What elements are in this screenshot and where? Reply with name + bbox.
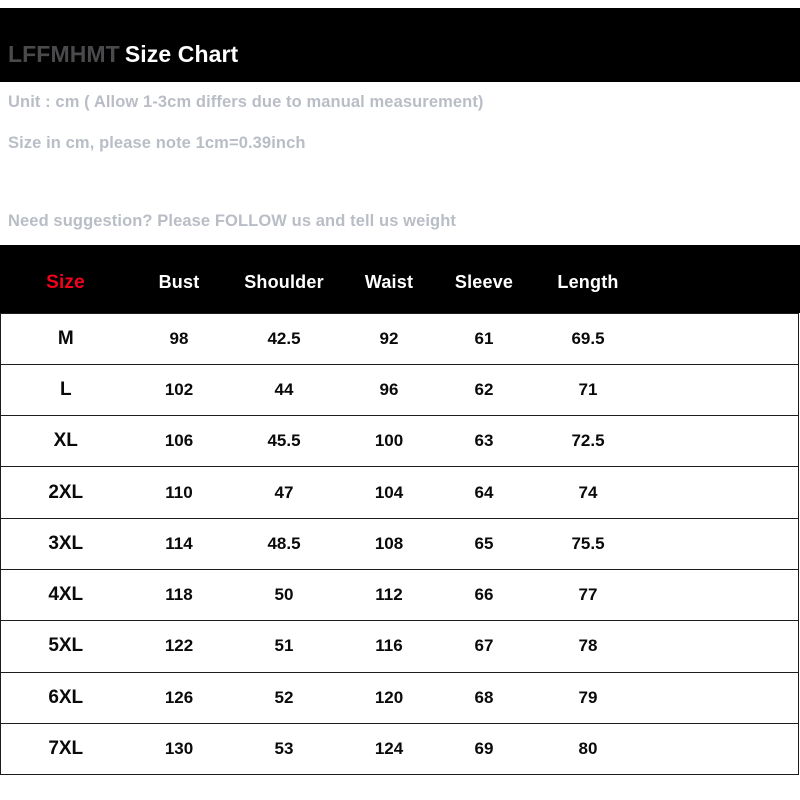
cell-spacer [645,620,799,673]
page-title: LFFMHMT Size Chart [8,41,238,68]
cell-waist: 120 [340,671,438,724]
cell-sleeve: 69 [437,722,531,776]
table-row: M 98 42.5 92 61 69.5 [0,312,799,365]
cell-size: XL [0,415,131,468]
size-chart-page: LFFMHMT Size Chart Unit : cm ( Allow 1-3c… [0,0,800,800]
cell-sleeve: 62 [437,363,531,417]
cell-length: 78 [530,620,646,673]
cell-size: L [0,363,131,417]
cell-shoulder: 51 [227,620,341,673]
cell-length: 69.5 [530,312,646,365]
cell-bust: 114 [130,517,228,570]
table-body: M 98 42.5 92 61 69.5 L 102 44 96 62 71 XL 106 45.5 100 6… [0,312,799,776]
cell-bust: 130 [130,722,228,776]
cell-bust: 126 [130,671,228,724]
note-conversion: Size in cm, please note 1cm=0.39inch [8,134,306,152]
table-row: XL 106 45.5 100 63 72.5 [0,415,799,468]
table-header-row: Size Bust Shoulder Waist Sleeve Length [0,253,799,313]
cell-length: 71 [530,363,646,417]
column-header-size: Size [0,253,131,313]
cell-waist: 100 [340,415,438,468]
cell-length: 75.5 [530,517,646,570]
cell-bust: 102 [130,363,228,417]
cell-spacer [645,517,799,570]
cell-sleeve: 67 [437,620,531,673]
cell-sleeve: 65 [437,517,531,570]
cell-size: 2XL [0,466,131,519]
cell-sleeve: 64 [437,466,531,519]
column-header-sleeve: Sleeve [437,253,531,313]
cell-shoulder: 48.5 [227,517,341,570]
column-header-length: Length [530,253,646,313]
cell-length: 79 [530,671,646,724]
column-header-bust: Bust [130,253,228,313]
table-row: 7XL 130 53 124 69 80 [0,722,799,776]
cell-spacer [645,466,799,519]
cell-spacer [645,722,799,776]
cell-length: 74 [530,466,646,519]
cell-waist: 104 [340,466,438,519]
cell-shoulder: 53 [227,722,341,776]
cell-shoulder: 45.5 [227,415,341,468]
column-header-shoulder: Shoulder [227,253,341,313]
cell-shoulder: 47 [227,466,341,519]
cell-length: 77 [530,568,646,622]
cell-bust: 106 [130,415,228,468]
cell-length: 72.5 [530,415,646,468]
cell-shoulder: 44 [227,363,341,417]
cell-bust: 122 [130,620,228,673]
title-text: Size Chart [124,41,239,67]
cell-length: 80 [530,722,646,776]
note-suggestion: Need suggestion? Please FOLLOW us and te… [8,212,457,230]
cell-waist: 92 [340,312,438,365]
cell-waist: 96 [340,363,438,417]
cell-spacer [645,363,799,417]
cell-size: 7XL [0,722,131,776]
cell-bust: 98 [130,312,228,365]
cell-waist: 108 [340,517,438,570]
table-row: L 102 44 96 62 71 [0,363,799,417]
cell-sleeve: 63 [437,415,531,468]
column-header-spacer [645,253,799,313]
cell-bust: 110 [130,466,228,519]
table-row: 3XL 114 48.5 108 65 75.5 [0,517,799,570]
notes-panel: Unit : cm ( Allow 1-3cm differs due to m… [3,82,797,245]
table-row: 4XL 118 50 112 66 77 [0,568,799,622]
cell-waist: 124 [340,722,438,776]
table-row: 6XL 126 52 120 68 79 [0,671,799,724]
column-header-waist: Waist [340,253,438,313]
cell-bust: 118 [130,568,228,622]
cell-shoulder: 52 [227,671,341,724]
table-head: Size Bust Shoulder Waist Sleeve Length [0,253,799,313]
table-row: 2XL 110 47 104 64 74 [0,466,799,519]
cell-shoulder: 42.5 [227,312,341,365]
cell-size: 6XL [0,671,131,724]
cell-shoulder: 50 [227,568,341,622]
cell-size: 5XL [0,620,131,673]
cell-spacer [645,415,799,468]
cell-size: 3XL [0,517,131,570]
cell-size: M [0,312,131,365]
cell-sleeve: 68 [437,671,531,724]
size-measurements-table: Size Bust Shoulder Waist Sleeve Length M… [0,253,799,776]
brand-name: LFFMHMT [8,41,120,67]
cell-sleeve: 61 [437,312,531,365]
cell-spacer [645,312,799,365]
cell-spacer [645,568,799,622]
note-unit: Unit : cm ( Allow 1-3cm differs due to m… [8,93,484,111]
cell-waist: 112 [340,568,438,622]
cell-waist: 116 [340,620,438,673]
table-row: 5XL 122 51 116 67 78 [0,620,799,673]
header-banner: LFFMHMT Size Chart [0,8,800,82]
cell-size: 4XL [0,568,131,622]
cell-spacer [645,671,799,724]
cell-sleeve: 66 [437,568,531,622]
